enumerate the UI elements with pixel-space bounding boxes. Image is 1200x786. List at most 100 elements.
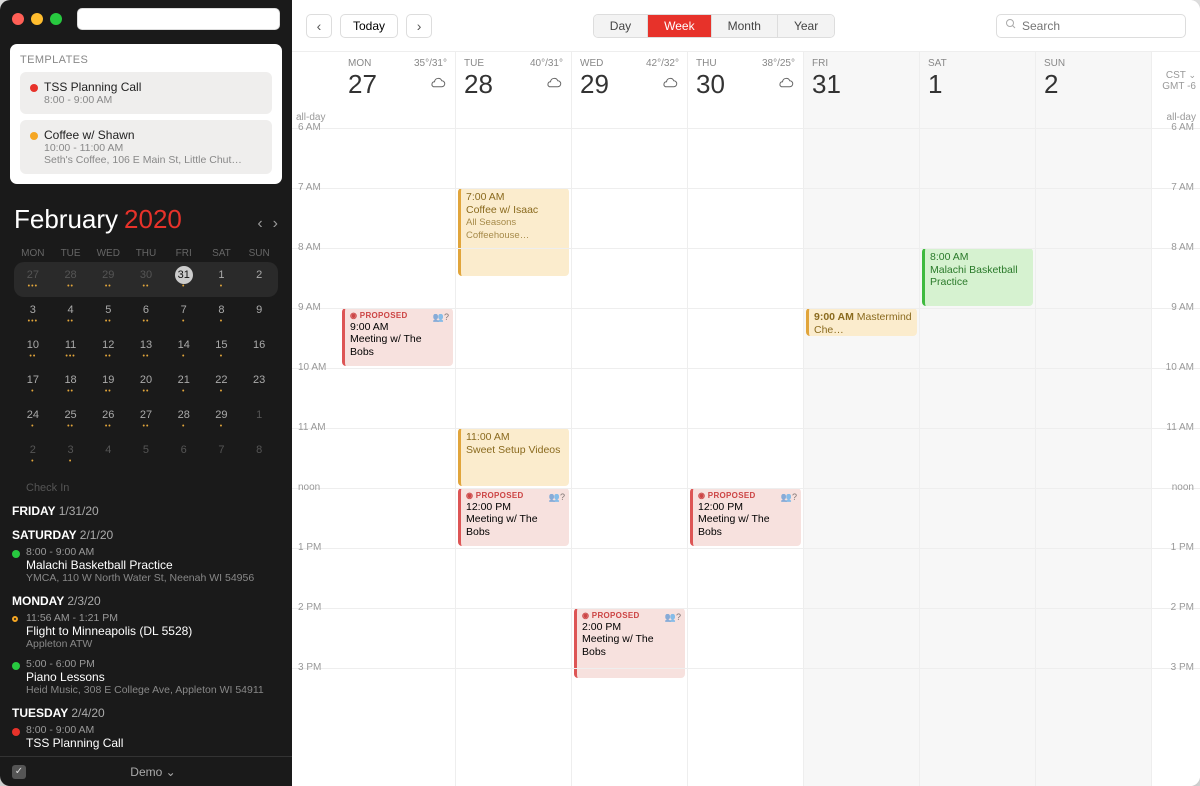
mini-cal-day[interactable]: 29••: [89, 262, 127, 297]
calendar-event[interactable]: ◉ PROPOSED12:00 PMMeeting w/ The Bobs👥?: [458, 488, 569, 546]
day-header[interactable]: FRI 31: [804, 52, 920, 110]
week-grid: CST ⌄ GMT -6 MON35°/31° 27TUE40°/31° 28W…: [292, 52, 1200, 786]
mini-cal-day[interactable]: 24•: [14, 402, 52, 437]
mini-cal-day[interactable]: 31•: [165, 262, 203, 297]
color-dot-icon: [12, 728, 20, 736]
hour-label: noon: [1172, 482, 1194, 493]
mini-cal-day[interactable]: 8: [240, 437, 278, 472]
event-title: Meeting w/ The Bobs: [466, 513, 564, 538]
mini-cal-day[interactable]: 14•: [165, 332, 203, 367]
attendees-icon: 👥?: [433, 312, 449, 323]
close-icon[interactable]: [12, 13, 24, 25]
prev-week-button[interactable]: ‹: [306, 14, 332, 38]
day-number: 29: [580, 69, 609, 100]
day-column[interactable]: [1036, 110, 1152, 786]
tasks-toggle[interactable]: ✓: [12, 765, 26, 779]
week-body[interactable]: all-day all-day ◉ PROPOSED9:00 AMMeeting…: [292, 110, 1200, 786]
day-header[interactable]: MON35°/31° 27: [340, 52, 456, 110]
mini-cal-day[interactable]: 27••: [127, 402, 165, 437]
maximize-icon[interactable]: [50, 13, 62, 25]
calendar-event[interactable]: 7:00 AMCoffee w/ IsaacAll Seasons Coffee…: [458, 188, 569, 276]
calendar-event[interactable]: 11:00 AMSweet Setup Videos: [458, 428, 569, 486]
mini-cal-day[interactable]: 4: [89, 437, 127, 472]
mini-cal-day[interactable]: 6: [165, 437, 203, 472]
today-button[interactable]: Today: [340, 14, 398, 38]
agenda-event[interactable]: 5:00 - 6:00 PM Piano Lessons Heid Music,…: [12, 658, 280, 696]
mini-cal-day[interactable]: 18••: [52, 367, 90, 402]
mini-cal-day[interactable]: 21•: [165, 367, 203, 402]
mini-cal-day[interactable]: 2•: [14, 437, 52, 472]
mini-cal-day[interactable]: 22•: [203, 367, 241, 402]
mini-cal-day[interactable]: 30••: [127, 262, 165, 297]
title-search-field[interactable]: [77, 8, 280, 30]
mini-cal-day[interactable]: 5••: [89, 297, 127, 332]
day-header[interactable]: WED42°/32° 29: [572, 52, 688, 110]
day-column[interactable]: ◉ PROPOSED2:00 PMMeeting w/ The Bobs👥?: [572, 110, 688, 786]
day-header[interactable]: SUN 2: [1036, 52, 1152, 110]
mini-cal-day[interactable]: 10••: [14, 332, 52, 367]
mini-cal-day[interactable]: 3•••: [14, 297, 52, 332]
view-year-button[interactable]: Year: [778, 15, 834, 37]
chevron-down-icon: ⌄: [166, 765, 176, 779]
mini-cal-day[interactable]: 15•: [203, 332, 241, 367]
mini-cal-day[interactable]: 27•••: [14, 262, 52, 297]
calendar-event[interactable]: 8:00 AMMalachi Basketball Practice: [922, 248, 1033, 306]
mini-cal-day[interactable]: 25••: [52, 402, 90, 437]
agenda-event[interactable]: 8:00 - 9:00 AM Malachi Basketball Practi…: [12, 546, 280, 584]
mini-cal-day[interactable]: 11•••: [52, 332, 90, 367]
search-field[interactable]: [996, 14, 1186, 38]
mini-cal-day[interactable]: 7: [203, 437, 241, 472]
month-prev-button[interactable]: ‹: [257, 215, 262, 233]
day-column[interactable]: ◉ PROPOSED9:00 AMMeeting w/ The Bobs👥?: [340, 110, 456, 786]
mini-cal-day[interactable]: 16: [240, 332, 278, 367]
event-title: Meeting w/ The Bobs: [350, 333, 448, 358]
agenda-overflow-text: Check In: [26, 482, 280, 494]
search-input[interactable]: [1022, 19, 1177, 33]
calendar-set-selector[interactable]: Demo ⌄: [130, 765, 175, 779]
month-next-button[interactable]: ›: [273, 215, 278, 233]
mini-cal-day[interactable]: 2: [240, 262, 278, 297]
mini-cal-day[interactable]: 28•: [165, 402, 203, 437]
view-week-button[interactable]: Week: [648, 15, 711, 37]
mini-cal-day[interactable]: 8•: [203, 297, 241, 332]
mini-cal-day[interactable]: 9: [240, 297, 278, 332]
mini-cal-day[interactable]: 1•: [203, 262, 241, 297]
mini-cal-day[interactable]: 4••: [52, 297, 90, 332]
hour-label: 2 PM: [298, 602, 321, 613]
view-month-button[interactable]: Month: [712, 15, 778, 37]
calendar-event[interactable]: 9:00 AM Mastermind Che…: [806, 308, 917, 336]
template-item[interactable]: TSS Planning Call8:00 - 9:00 AM: [20, 72, 272, 114]
mini-cal-day[interactable]: 19••: [89, 367, 127, 402]
next-week-button[interactable]: ›: [406, 14, 432, 38]
template-item[interactable]: Coffee w/ Shawn10:00 - 11:00 AMSeth's Co…: [20, 120, 272, 174]
day-header[interactable]: SAT 1: [920, 52, 1036, 110]
mini-cal-day[interactable]: 5: [127, 437, 165, 472]
agenda-event[interactable]: 8:00 - 9:00 AM TSS Planning Call: [12, 724, 280, 750]
mini-cal-day[interactable]: 26••: [89, 402, 127, 437]
mini-cal-day[interactable]: 13••: [127, 332, 165, 367]
day-column[interactable]: ◉ PROPOSED12:00 PMMeeting w/ The Bobs👥?: [688, 110, 804, 786]
view-day-button[interactable]: Day: [594, 15, 648, 37]
agenda-event-time: 8:00 - 9:00 AM: [26, 546, 280, 558]
mini-cal-day[interactable]: 23: [240, 367, 278, 402]
mini-cal-day[interactable]: 29•: [203, 402, 241, 437]
mini-cal-day[interactable]: 6••: [127, 297, 165, 332]
mini-cal-day[interactable]: 3•: [52, 437, 90, 472]
mini-cal-day[interactable]: 7•: [165, 297, 203, 332]
agenda-event[interactable]: 11:56 AM - 1:21 PM Flight to Minneapolis…: [12, 612, 280, 650]
calendar-event[interactable]: ◉ PROPOSED9:00 AMMeeting w/ The Bobs👥?: [342, 308, 453, 366]
day-column[interactable]: 7:00 AMCoffee w/ IsaacAll Seasons Coffee…: [456, 110, 572, 786]
cloud-icon: [777, 76, 795, 94]
day-header[interactable]: THU38°/25° 30: [688, 52, 804, 110]
mini-cal-day[interactable]: 17•: [14, 367, 52, 402]
attendees-icon: 👥?: [781, 492, 797, 503]
calendar-event[interactable]: ◉ PROPOSED12:00 PMMeeting w/ The Bobs👥?: [690, 488, 801, 546]
minimize-icon[interactable]: [31, 13, 43, 25]
day-header[interactable]: TUE40°/31° 28: [456, 52, 572, 110]
day-column[interactable]: 8:00 AMMalachi Basketball Practice: [920, 110, 1036, 786]
mini-cal-day[interactable]: 28••: [52, 262, 90, 297]
mini-cal-day[interactable]: 12••: [89, 332, 127, 367]
mini-cal-day[interactable]: 20••: [127, 367, 165, 402]
mini-cal-day[interactable]: 1: [240, 402, 278, 437]
day-column[interactable]: 9:00 AM Mastermind Che…: [804, 110, 920, 786]
